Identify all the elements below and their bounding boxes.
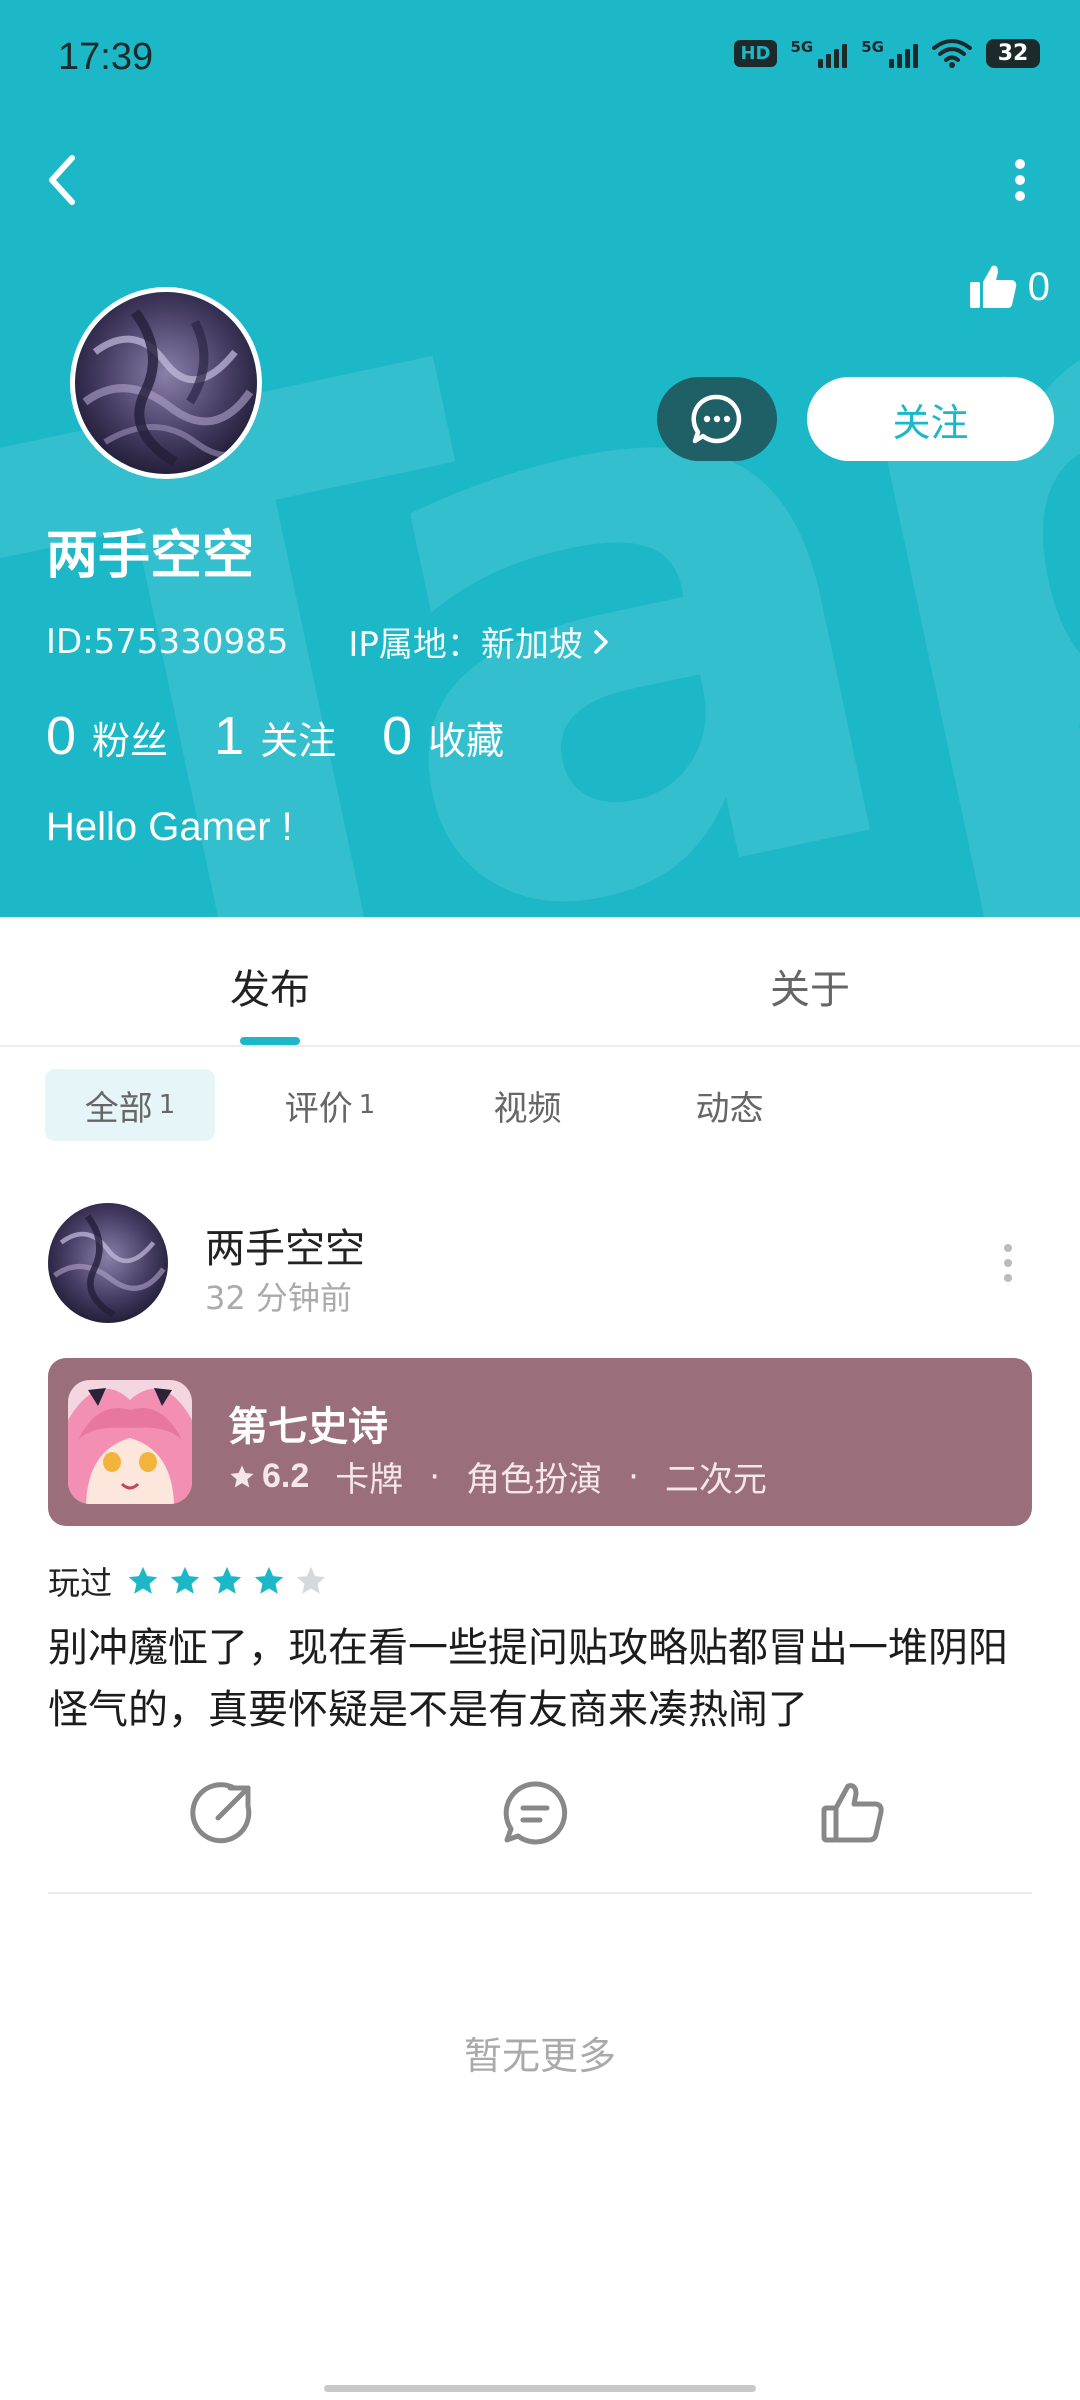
chevron-right-icon xyxy=(594,629,608,654)
game-tag: 二次元 xyxy=(664,1460,767,1500)
star-filled-icon xyxy=(128,1566,158,1594)
thumbs-up-outline-icon xyxy=(821,1783,884,1843)
game-tag: 卡牌 xyxy=(335,1460,404,1500)
signal-label: 5G xyxy=(790,38,814,56)
stat-number: 0 xyxy=(46,706,77,766)
profile-page: TapTap 17:39 HD 5G 5G 32 0 关注 两手空空 ID:57… xyxy=(0,0,1080,2400)
game-card[interactable]: 第七史诗 6.2 卡牌 · 角色扮演 · 二次元 xyxy=(48,1358,1032,1526)
signal-5g-icon: 5G xyxy=(861,38,918,68)
played-label: 玩过 xyxy=(48,1564,113,1602)
user-id: ID:575330985 xyxy=(46,621,289,662)
back-arrow-icon xyxy=(49,155,75,205)
share-icon xyxy=(190,1782,252,1844)
hd-voice-icon: HD xyxy=(734,39,777,67)
stat-number: 1 xyxy=(214,706,245,766)
more-vertical-icon xyxy=(1015,159,1025,201)
post-actions xyxy=(0,1778,1080,1858)
star-filled-icon xyxy=(254,1566,284,1594)
star-icon xyxy=(230,1464,254,1487)
star-empty-icon xyxy=(296,1566,326,1594)
status-bar: 17:39 HD 5G 5G 32 xyxy=(0,0,1080,118)
home-indicator[interactable] xyxy=(324,2385,756,2392)
avatar[interactable] xyxy=(70,287,262,479)
ip-location: IP属地：新加坡 xyxy=(348,625,583,665)
game-icon xyxy=(68,1380,192,1504)
chip-count: 1 xyxy=(358,1090,376,1120)
tag-separator: · xyxy=(628,1456,639,1497)
star-filled-icon xyxy=(170,1566,200,1594)
back-button[interactable] xyxy=(38,148,94,212)
game-score: 6.2 xyxy=(262,1457,310,1495)
game-cover-image xyxy=(68,1380,192,1504)
game-meta: 6.2 卡牌 · 角色扮演 · 二次元 xyxy=(228,1452,767,1501)
stat-label: 粉丝 xyxy=(92,719,169,763)
ip-location-link[interactable]: IP属地：新加坡 xyxy=(348,617,611,666)
status-icons: HD 5G 5G 32 xyxy=(734,38,1040,68)
id-row: ID:575330985 IP属地：新加坡 xyxy=(46,617,611,666)
stat-label: 关注 xyxy=(260,719,337,763)
chat-bubble-icon xyxy=(691,394,742,444)
played-rating: 玩过 xyxy=(48,1558,328,1604)
like-count: 0 xyxy=(1027,264,1050,309)
filter-chips: 全部 1 评价 1 视频 动态 xyxy=(0,1069,1080,1144)
game-name: 第七史诗 xyxy=(228,1404,388,1450)
avatar-image xyxy=(75,292,257,474)
stat-following[interactable]: 1 关注 xyxy=(214,705,336,767)
tab-posts[interactable]: 发布 xyxy=(230,957,310,1015)
chip-label: 评价 xyxy=(284,1088,353,1129)
chip-videos[interactable]: 视频 xyxy=(460,1069,595,1141)
star-filled-icon xyxy=(212,1566,242,1594)
more-options-button[interactable] xyxy=(1000,148,1040,212)
post-author-avatar[interactable] xyxy=(48,1203,168,1323)
tab-about[interactable]: 关于 xyxy=(770,957,850,1015)
post-content[interactable]: 别冲魔怔了，现在看一些提问贴攻略贴都冒出一堆阴阳怪气的，真要怀疑是不是有友商来凑… xyxy=(48,1617,1038,1741)
more-vertical-icon xyxy=(1004,1244,1012,1282)
message-button[interactable] xyxy=(657,377,777,461)
profile-stats: 0 粉丝 1 关注 0 收藏 xyxy=(46,705,550,767)
chip-label: 视频 xyxy=(493,1088,562,1129)
chip-label: 动态 xyxy=(695,1088,764,1129)
comment-button[interactable] xyxy=(500,1778,570,1848)
stat-label: 收藏 xyxy=(428,719,505,763)
chip-count: 1 xyxy=(158,1090,176,1120)
game-tag: 角色扮演 xyxy=(466,1460,603,1500)
chip-reviews[interactable]: 评价 1 xyxy=(255,1069,405,1141)
stat-number: 0 xyxy=(382,706,413,766)
stat-fans[interactable]: 0 粉丝 xyxy=(46,705,168,767)
user-bio: Hello Gamer ! xyxy=(46,805,293,849)
thumbs-up-icon xyxy=(969,265,1016,308)
username: 两手空空 xyxy=(46,526,255,586)
no-more-text: 暂无更多 xyxy=(463,2034,616,2078)
signal-label: 5G xyxy=(861,38,884,56)
post-author-name[interactable]: 两手空空 xyxy=(205,1216,365,1274)
rating-stars xyxy=(126,1564,328,1598)
post-timestamp: 32 分钟前 xyxy=(205,1279,352,1317)
profile-header: TapTap 17:39 HD 5G 5G 32 0 关注 两手空空 ID:57… xyxy=(0,0,1080,917)
share-button[interactable] xyxy=(188,1778,258,1848)
chip-label: 全部 xyxy=(84,1088,153,1129)
avatar-image xyxy=(48,1203,168,1323)
like-button[interactable] xyxy=(818,1778,888,1848)
post-more-button[interactable] xyxy=(998,1240,1018,1286)
chip-moments[interactable]: 动态 xyxy=(662,1069,797,1141)
battery-icon: 32 xyxy=(986,38,1040,68)
follow-button[interactable]: 关注 xyxy=(807,377,1054,461)
stat-favorites[interactable]: 0 收藏 xyxy=(382,705,504,767)
comment-icon xyxy=(503,1781,568,1845)
profile-like-button[interactable]: 0 xyxy=(968,262,1050,312)
divider xyxy=(48,1892,1032,1894)
signal-5g-icon: 5G xyxy=(791,38,848,68)
chip-all[interactable]: 全部 1 xyxy=(45,1069,215,1141)
tag-separator: · xyxy=(429,1456,441,1497)
profile-tabs: 发布 关于 xyxy=(0,917,1080,1047)
tab-indicator xyxy=(240,1037,300,1045)
wifi-icon xyxy=(932,39,972,68)
status-time: 17:39 xyxy=(58,36,154,78)
